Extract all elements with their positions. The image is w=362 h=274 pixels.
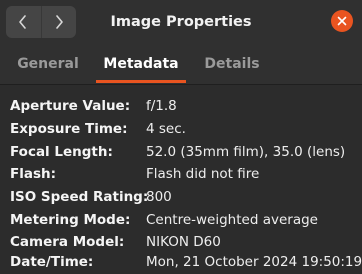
image-properties-window: Image Properties General Metadata Detail… [0, 0, 362, 274]
metadata-row-focal-length: Focal Length: 52.0 (35mm film), 35.0 (le… [0, 141, 362, 163]
metadata-value: 52.0 (35mm film), 35.0 (lens) [146, 144, 346, 160]
tab-general[interactable]: General [8, 44, 88, 84]
metadata-value: f/1.8 [146, 98, 177, 114]
tab-metadata[interactable]: Metadata [96, 44, 186, 84]
chevron-right-icon [55, 15, 63, 29]
tab-bar: General Metadata Details [0, 44, 362, 85]
metadata-label: Aperture Value: [10, 98, 131, 114]
header-bar: Image Properties [0, 0, 362, 44]
metadata-label: Metering Mode: [10, 212, 131, 228]
metadata-value: NIKON D60 [146, 234, 221, 250]
metadata-row-aperture: Aperture Value: f/1.8 [0, 95, 362, 117]
metadata-value: Mon, 21 October 2024 19:50:19 [146, 254, 362, 270]
metadata-label: Flash: [10, 166, 57, 182]
metadata-panel: Aperture Value: f/1.8 Exposure Time: 4 s… [0, 85, 362, 274]
metadata-row-camera-model: Camera Model: NIKON D60 [0, 231, 362, 253]
metadata-label: Exposure Time: [10, 121, 128, 137]
navigation-button-group [6, 6, 76, 38]
metadata-label: Date/Time: [10, 254, 94, 270]
metadata-row-metering-mode: Metering Mode: Centre-weighted average [0, 209, 362, 231]
metadata-value: 800 [146, 189, 172, 205]
metadata-label: ISO Speed Rating: [10, 189, 149, 205]
close-icon [337, 16, 347, 26]
metadata-label: Camera Model: [10, 234, 125, 250]
chevron-left-icon [19, 15, 27, 29]
metadata-value: 4 sec. [146, 121, 186, 137]
previous-button[interactable] [6, 6, 41, 38]
close-button[interactable] [331, 10, 353, 32]
metadata-row-flash: Flash: Flash did not fire [0, 163, 362, 185]
metadata-row-iso: ISO Speed Rating: 800 [0, 186, 362, 208]
metadata-value: Flash did not fire [146, 166, 260, 182]
tab-details[interactable]: Details [196, 44, 268, 84]
metadata-row-exposure-time: Exposure Time: 4 sec. [0, 118, 362, 140]
next-button[interactable] [40, 6, 77, 38]
metadata-value: Centre-weighted average [146, 212, 318, 228]
metadata-label: Focal Length: [10, 144, 113, 160]
active-tab-indicator [96, 80, 186, 83]
metadata-row-date-time: Date/Time: Mon, 21 October 2024 19:50:19 [0, 251, 362, 273]
